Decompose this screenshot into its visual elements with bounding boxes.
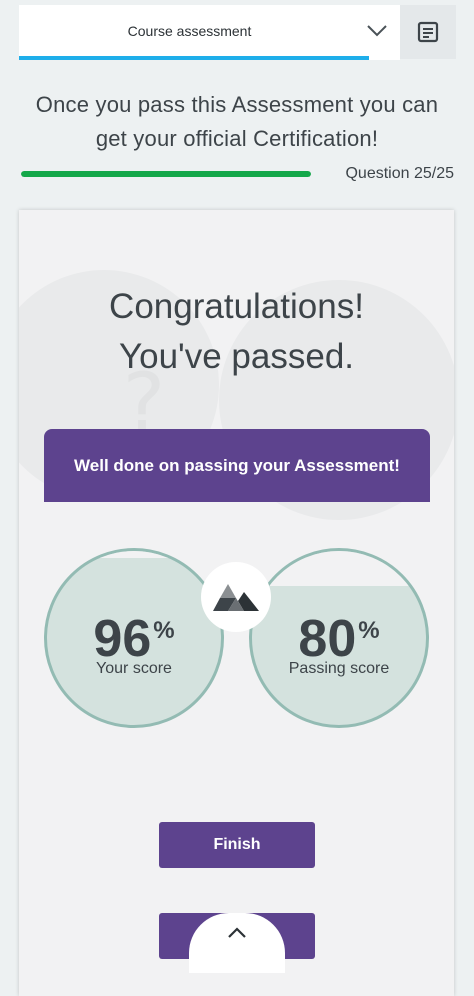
passing-score-empty-portion xyxy=(252,551,426,586)
result-heading-line-1: Congratulations! xyxy=(109,287,364,326)
assessment-headline: Once you pass this Assessment you can ge… xyxy=(0,88,474,156)
progress-bar xyxy=(21,171,311,177)
notes-icon xyxy=(417,21,439,43)
result-heading: Congratulations! You've passed. xyxy=(19,282,454,382)
passing-score-value: 80% xyxy=(252,603,426,667)
brand-logo-icon xyxy=(213,584,259,611)
your-score-label: Your score xyxy=(96,660,172,677)
pass-banner: Well done on passing your Assessment! xyxy=(44,429,430,502)
chevron-up-icon xyxy=(228,927,246,938)
result-card: ? Congratulations! You've passed. Well d… xyxy=(19,210,454,996)
your-score-circle: 96% Your score xyxy=(44,548,224,728)
chevron-down-icon xyxy=(367,25,387,37)
headline-line-1: Once you pass this Assessment you can xyxy=(35,92,439,117)
passing-score-circle: 80% Passing score xyxy=(249,548,429,728)
notes-button[interactable] xyxy=(400,5,456,59)
finish-button[interactable]: Finish xyxy=(159,822,315,868)
your-score-empty-portion xyxy=(47,551,221,558)
question-counter: Question 25/25 xyxy=(345,165,454,182)
active-tab-underline xyxy=(19,56,369,60)
expand-panel-tab[interactable] xyxy=(189,913,285,973)
result-heading-line-2: You've passed. xyxy=(118,337,355,376)
passing-score-unit: % xyxy=(358,617,380,644)
course-select-label: Course assessment xyxy=(127,23,252,39)
your-score-value: 96% xyxy=(47,603,221,667)
passing-score-label: Passing score xyxy=(288,660,390,677)
headline-line-2: get your official Certification! xyxy=(95,126,379,151)
brand-logo xyxy=(201,562,271,632)
your-score-unit: % xyxy=(153,617,175,644)
course-select[interactable]: Course assessment xyxy=(19,5,400,60)
progress-bar-fill xyxy=(21,171,311,177)
